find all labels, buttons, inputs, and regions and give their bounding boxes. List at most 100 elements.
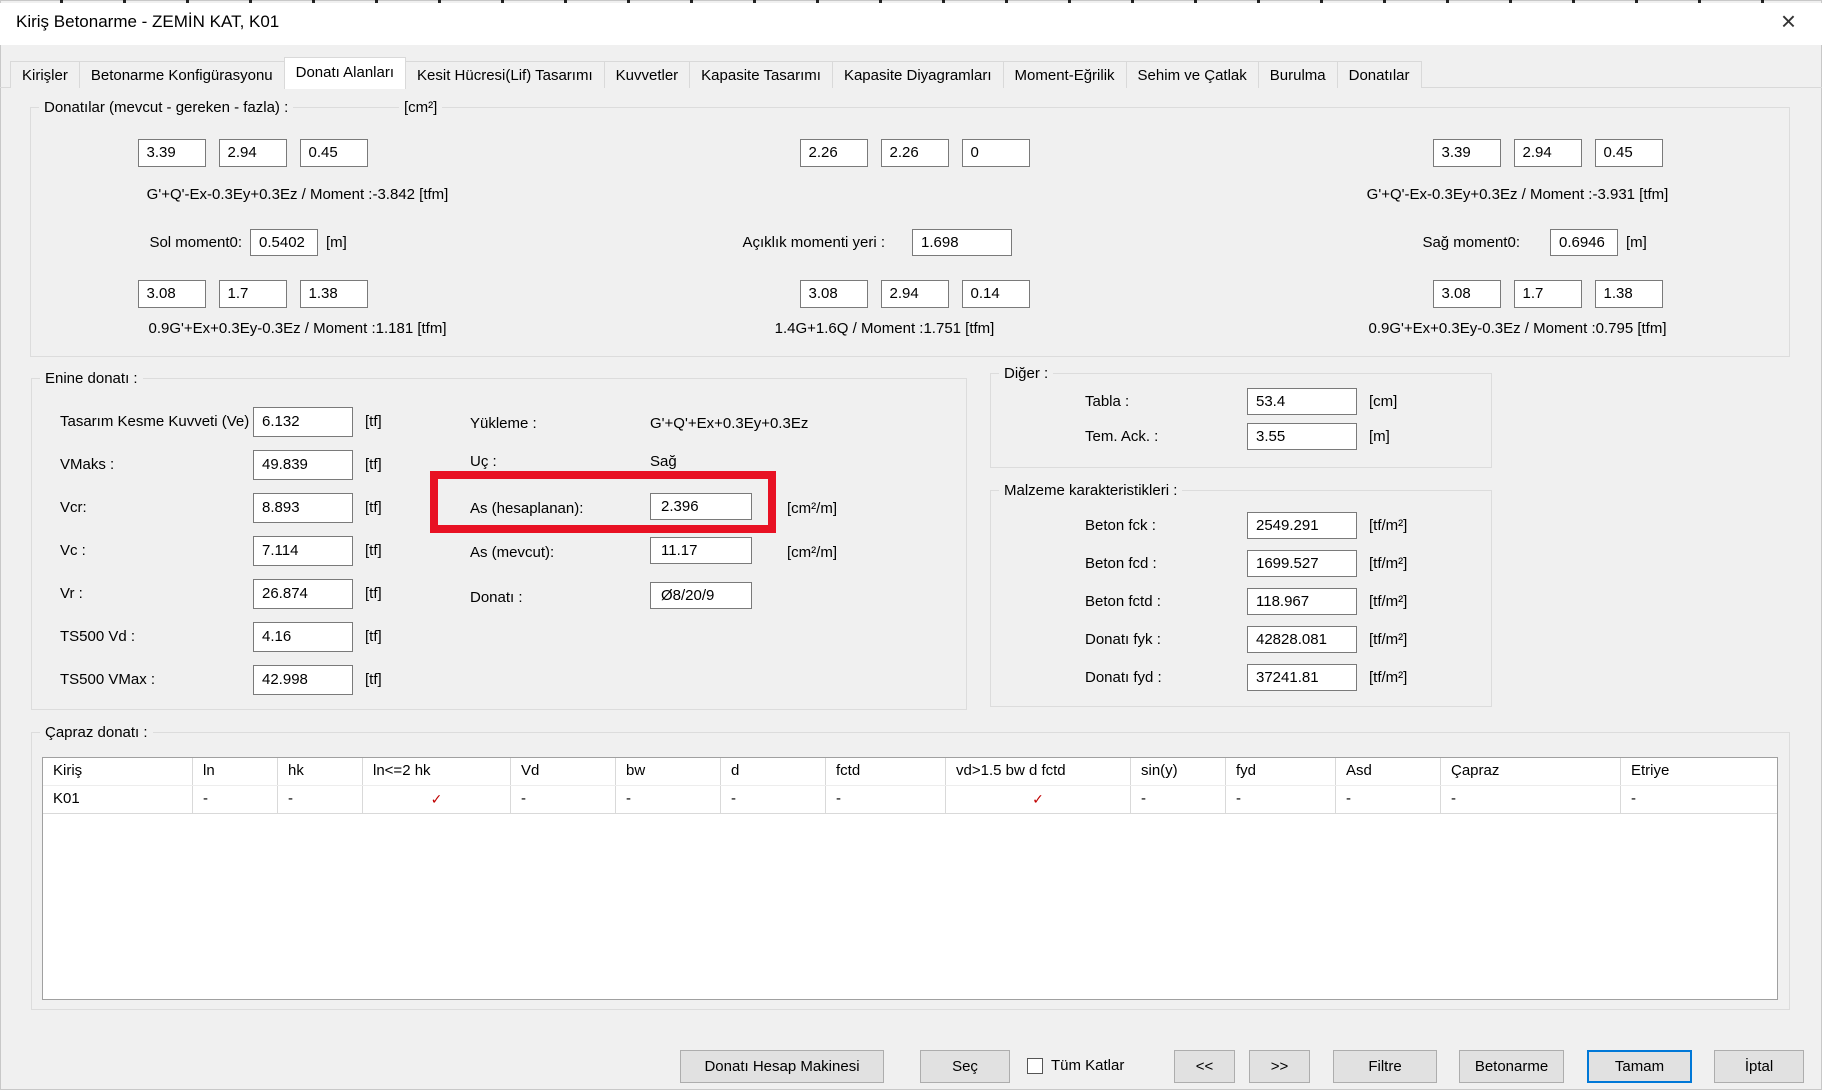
tab-kiri-ler[interactable]: Kirişler: [10, 61, 80, 88]
tab-donat-alanlar[interactable]: Donatı Alanları: [284, 57, 406, 89]
malzeme-field[interactable]: 42828.081: [1247, 626, 1357, 653]
donati-field[interactable]: Ø8/20/9: [650, 582, 752, 609]
tab-moment-e-rilik[interactable]: Moment-Eğrilik: [1003, 61, 1127, 88]
prev-button[interactable]: <<: [1174, 1050, 1235, 1083]
tab-strip: KirişlerBetonarme KonfigürasyonuDonatı A…: [10, 56, 1421, 88]
enine-field[interactable]: 49.839: [253, 450, 353, 480]
sag-moment0-unit: [m]: [1626, 234, 1647, 251]
capraz-column-header[interactable]: hk: [278, 758, 363, 785]
malzeme-rows: Beton fck :2549.291[tf/m²]Beton fcd :169…: [1085, 506, 1407, 696]
as-hesaplanan-field[interactable]: 2.396: [650, 493, 752, 520]
diger-field[interactable]: 3.55: [1247, 423, 1357, 450]
malzeme-field[interactable]: 118.967: [1247, 588, 1357, 615]
tab-kapasite-diyagramlar[interactable]: Kapasite Diyagramları: [832, 61, 1004, 88]
sag-moment0-row: Sağ moment0: 0.6946 [m]: [1378, 229, 1647, 256]
malzeme-field[interactable]: 37241.81: [1247, 664, 1357, 691]
value-box[interactable]: 2.94: [1514, 139, 1582, 167]
capraz-column-header[interactable]: bw: [616, 758, 721, 785]
value-box[interactable]: 0.45: [1595, 139, 1663, 167]
value-box[interactable]: 3.08: [1433, 280, 1501, 308]
sag-moment0-field[interactable]: 0.6946: [1550, 229, 1618, 256]
donati-hesap-makinesi-button[interactable]: Donatı Hesap Makinesi: [680, 1050, 884, 1083]
yukleme-label: Yükleme :: [470, 415, 537, 432]
capraz-column-header[interactable]: ln: [193, 758, 278, 785]
capraz-cell: -: [721, 786, 826, 813]
middle-bottom-values: 3.08 2.94 0.14: [727, 280, 1102, 308]
capraz-column-header[interactable]: fctd: [826, 758, 946, 785]
value-box[interactable]: 2.94: [219, 139, 287, 167]
capraz-column-header[interactable]: Kiriş: [43, 758, 193, 785]
enine-row: TS500 Vd :4.16[tf]: [60, 615, 382, 658]
value-box[interactable]: 0.14: [962, 280, 1030, 308]
uc-label: Uç :: [470, 453, 497, 470]
as-hesaplanan-label: As (hesaplanan):: [470, 500, 583, 517]
value-box[interactable]: 3.08: [138, 280, 206, 308]
tab-sehim-ve-atlak[interactable]: Sehim ve Çatlak: [1126, 61, 1259, 88]
tab-burulma[interactable]: Burulma: [1258, 61, 1338, 88]
enine-unit: [tf]: [365, 413, 382, 430]
enine-label: TS500 Vd :: [60, 628, 253, 645]
yukleme-value: G'+Q'+Ex+0.3Ey+0.3Ez: [650, 415, 808, 432]
betonarme-button[interactable]: Betonarme: [1459, 1050, 1564, 1083]
value-box[interactable]: 2.94: [881, 280, 949, 308]
aciklik-momenti-field[interactable]: 1.698: [912, 229, 1012, 256]
capraz-column-header[interactable]: Asd: [1336, 758, 1441, 785]
value-box[interactable]: 2.26: [800, 139, 868, 167]
diger-label: Tem. Ack. :: [1085, 428, 1247, 445]
malzeme-row: Donatı fyk :42828.081[tf/m²]: [1085, 620, 1407, 658]
diger-field[interactable]: 53.4: [1247, 388, 1357, 415]
tamam-button[interactable]: Tamam: [1587, 1050, 1692, 1083]
value-box[interactable]: 1.38: [1595, 280, 1663, 308]
value-box[interactable]: 3.08: [800, 280, 868, 308]
capraz-cell: -: [1226, 786, 1336, 813]
capraz-column-header[interactable]: d: [721, 758, 826, 785]
tab-donat-lar[interactable]: Donatılar: [1337, 61, 1422, 88]
capraz-column-header[interactable]: sin(y): [1131, 758, 1226, 785]
tab-kapasite-tasar-m[interactable]: Kapasite Tasarımı: [689, 61, 833, 88]
enine-field[interactable]: 26.874: [253, 579, 353, 609]
capraz-column-header[interactable]: vd>1.5 bw d fctd: [946, 758, 1131, 785]
enine-unit: [tf]: [365, 585, 382, 602]
sol-moment0-field[interactable]: 0.5402: [250, 229, 318, 256]
capraz-header-row: Kirişlnhkln<=2 hkVdbwdfctdvd>1.5 bw d fc…: [43, 758, 1777, 786]
right-bottom-values: 3.08 1.7 1.38: [1360, 280, 1735, 308]
sec-button[interactable]: Seç: [920, 1050, 1010, 1083]
capraz-column-header[interactable]: fyd: [1226, 758, 1336, 785]
capraz-column-header[interactable]: Çapraz: [1441, 758, 1621, 785]
value-box[interactable]: 0: [962, 139, 1030, 167]
value-box[interactable]: 3.39: [138, 139, 206, 167]
enine-field[interactable]: 8.893: [253, 493, 353, 523]
close-icon[interactable]: ×: [1781, 5, 1796, 37]
filtre-button[interactable]: Filtre: [1333, 1050, 1437, 1083]
capraz-column-header[interactable]: Vd: [511, 758, 616, 785]
iptal-button[interactable]: İptal: [1714, 1050, 1804, 1083]
enine-field[interactable]: 6.132: [253, 407, 353, 437]
enine-label: TS500 VMax :: [60, 671, 253, 688]
enine-field[interactable]: 42.998: [253, 665, 353, 695]
enine-field[interactable]: 4.16: [253, 622, 353, 652]
capraz-data-row[interactable]: K01--✓----✓-----: [43, 786, 1777, 814]
malzeme-unit: [tf/m²]: [1369, 593, 1407, 610]
capraz-column-header[interactable]: Etriye: [1621, 758, 1778, 785]
malzeme-row: Beton fck :2549.291[tf/m²]: [1085, 506, 1407, 544]
value-box[interactable]: 0.45: [300, 139, 368, 167]
malzeme-field[interactable]: 1699.527: [1247, 550, 1357, 577]
tum-katlar-label[interactable]: Tüm Katlar: [1051, 1057, 1124, 1074]
enine-label: Tasarım Kesme Kuvveti (Ve): [60, 413, 253, 430]
capraz-column-header[interactable]: ln<=2 hk: [363, 758, 511, 785]
value-box[interactable]: 3.39: [1433, 139, 1501, 167]
tab-kuvvetler[interactable]: Kuvvetler: [604, 61, 691, 88]
middle-bottom-caption: 1.4G+1.6Q / Moment :1.751 [tfm]: [697, 320, 1072, 337]
value-box[interactable]: 2.26: [881, 139, 949, 167]
value-box[interactable]: 1.7: [219, 280, 287, 308]
tab-betonarme-konfig-rasyonu[interactable]: Betonarme Konfigürasyonu: [79, 61, 285, 88]
value-box[interactable]: 1.7: [1514, 280, 1582, 308]
enine-field[interactable]: 7.114: [253, 536, 353, 566]
tab-kesit-h-cresi-lif-tasar-m[interactable]: Kesit Hücresi(Lif) Tasarımı: [405, 61, 605, 88]
uc-value: Sağ: [650, 453, 677, 470]
tum-katlar-checkbox[interactable]: [1027, 1058, 1043, 1074]
malzeme-field[interactable]: 2549.291: [1247, 512, 1357, 539]
next-button[interactable]: >>: [1249, 1050, 1310, 1083]
value-box[interactable]: 1.38: [300, 280, 368, 308]
as-mevcut-field[interactable]: 11.17: [650, 537, 752, 564]
